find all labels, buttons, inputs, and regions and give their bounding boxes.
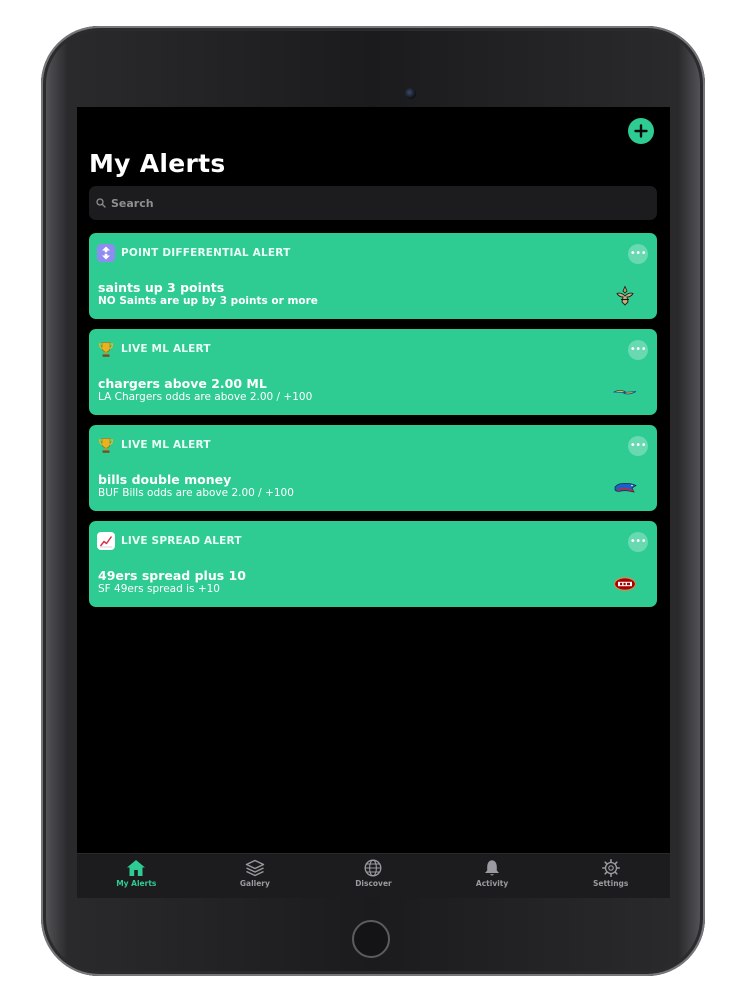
home-button[interactable] <box>352 920 390 958</box>
chart-up-icon <box>97 532 115 550</box>
search-bar[interactable] <box>89 186 657 220</box>
alert-card[interactable]: LIVE ML ALERT ••• bills double money BUF… <box>89 425 657 511</box>
tab-discover[interactable]: Discover <box>314 854 433 898</box>
alert-title: chargers above 2.00 ML <box>98 376 267 391</box>
plus-icon <box>634 124 648 138</box>
alert-card[interactable]: LIVE ML ALERT ••• chargers above 2.00 ML… <box>89 329 657 415</box>
tab-label: Activity <box>475 879 509 888</box>
tab-label: Settings <box>592 879 629 888</box>
tab-label: Gallery <box>239 879 270 888</box>
trophy-icon <box>97 340 115 358</box>
more-options-button[interactable]: ••• <box>628 340 648 360</box>
tab-label: My Alerts <box>116 879 157 888</box>
alert-type-label: LIVE ML ALERT <box>121 343 211 355</box>
alert-card[interactable]: POINT DIFFERENTIAL ALERT ••• saints up 3… <box>89 233 657 319</box>
tab-activity[interactable]: Activity <box>433 854 552 898</box>
alert-description: BUF Bills odds are above 2.00 / +100 <box>98 487 294 499</box>
globe-icon <box>365 859 382 877</box>
home-icon <box>127 860 146 876</box>
tab-my-alerts[interactable]: My Alerts <box>77 854 196 898</box>
alert-title: saints up 3 points <box>98 280 225 295</box>
bills-logo <box>613 477 637 499</box>
chargers-logo <box>613 381 637 403</box>
tab-settings[interactable]: Settings <box>551 854 670 898</box>
alert-type-label: POINT DIFFERENTIAL ALERT <box>121 247 291 259</box>
search-input[interactable] <box>111 196 631 210</box>
alert-description: NO Saints are up by 3 points or more <box>98 295 318 307</box>
more-options-button[interactable]: ••• <box>628 436 648 456</box>
alert-type-label: LIVE ML ALERT <box>121 439 211 451</box>
tab-label: Discover <box>355 879 392 888</box>
more-options-button[interactable]: ••• <box>628 532 648 552</box>
add-alert-button[interactable] <box>628 118 654 144</box>
saints-logo <box>613 285 637 307</box>
alert-card[interactable]: LIVE SPREAD ALERT ••• 49ers spread plus … <box>89 521 657 607</box>
up-down-arrows-icon <box>97 244 115 262</box>
bell-icon <box>485 860 500 876</box>
layers-icon <box>245 859 265 877</box>
app-screen: My Alerts POINT DIFFERENTIAL ALERT ••• s… <box>77 107 670 898</box>
alert-title: bills double money <box>98 472 232 487</box>
alert-type-label: LIVE SPREAD ALERT <box>121 535 242 547</box>
tab-bar: My Alerts Gallery Discover Activity Sett… <box>77 853 670 898</box>
gear-icon <box>601 859 620 877</box>
more-options-button[interactable]: ••• <box>628 244 648 264</box>
front-camera <box>405 88 416 99</box>
tab-gallery[interactable]: Gallery <box>196 854 315 898</box>
alert-description: SF 49ers spread is +10 <box>98 583 220 595</box>
alert-title: 49ers spread plus 10 <box>98 568 246 583</box>
alert-description: LA Chargers odds are above 2.00 / +100 <box>98 391 313 403</box>
search-icon <box>96 198 106 208</box>
page-title: My Alerts <box>89 149 226 178</box>
trophy-icon <box>97 436 115 454</box>
49ers-logo <box>613 573 637 595</box>
